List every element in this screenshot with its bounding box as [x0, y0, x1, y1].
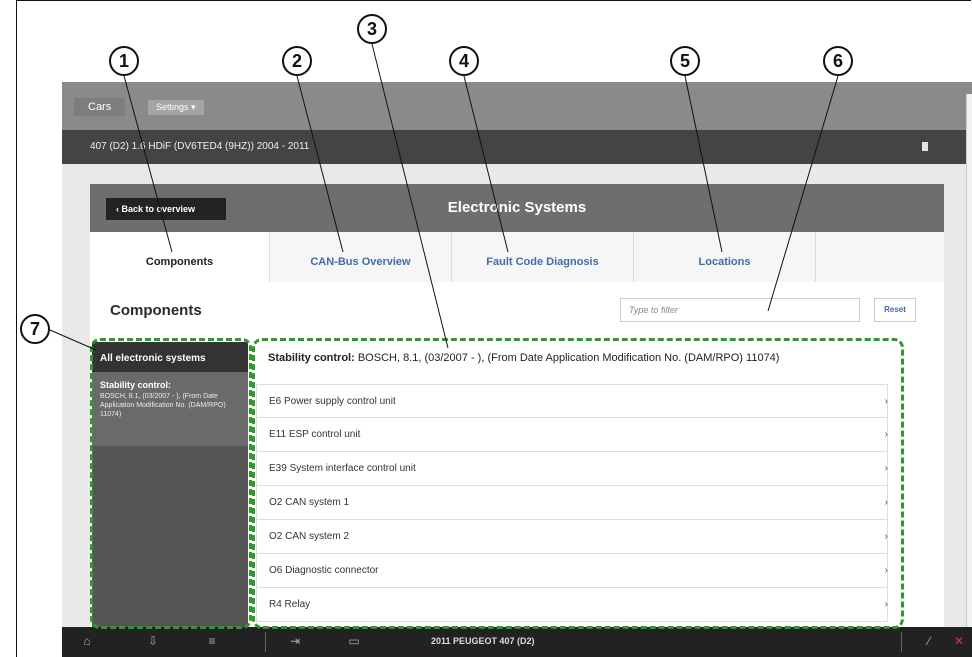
callout-5: 5: [670, 46, 700, 76]
callout-1: 1: [109, 46, 139, 76]
callout-3: 3: [357, 14, 387, 44]
callout-2: 2: [282, 46, 312, 76]
callout-6: 6: [823, 46, 853, 76]
callout-7: 7: [20, 314, 50, 344]
callout-leader-lines: [49, 43, 839, 351]
callout-4: 4: [449, 46, 479, 76]
